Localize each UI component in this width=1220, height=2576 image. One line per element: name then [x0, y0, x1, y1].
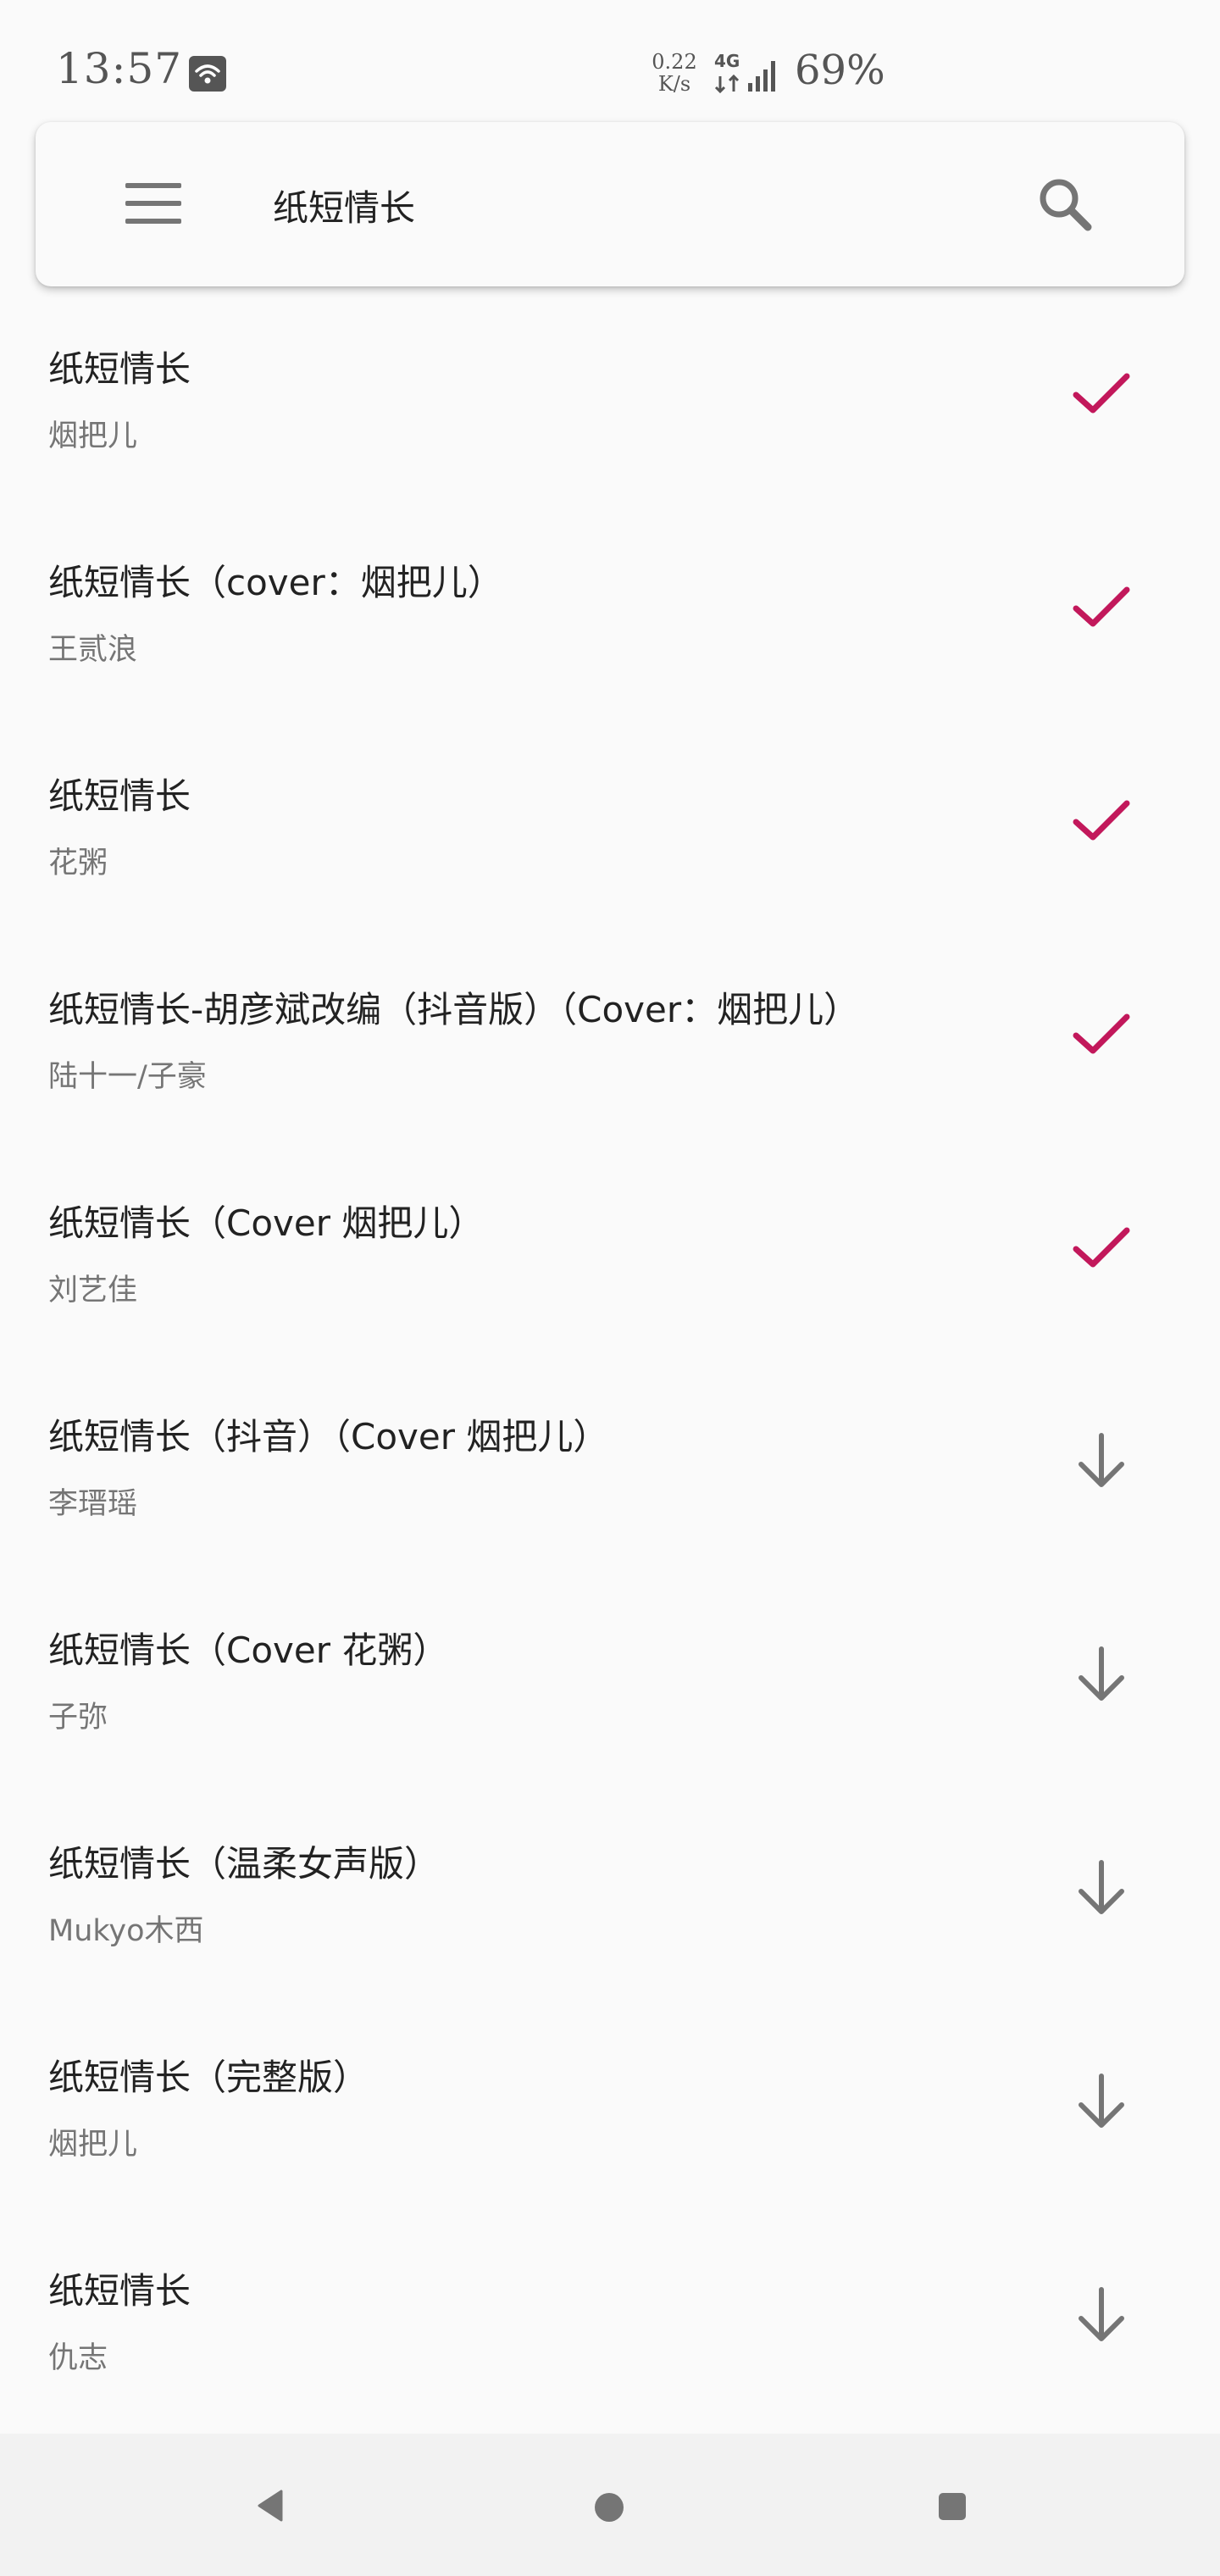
home-circle-icon[interactable]: [595, 2493, 624, 2522]
result-row[interactable]: 纸短情长（Cover 花粥） 子弥: [0, 1568, 1220, 1781]
result-row[interactable]: 纸短情长（cover：烟把儿） 王贰浪: [0, 500, 1220, 713]
song-artist: 王贰浪: [48, 633, 138, 667]
check-icon[interactable]: [1069, 1215, 1134, 1280]
song-title: 纸短情长（Cover 烟把儿）: [48, 1202, 485, 1244]
result-row[interactable]: 纸短情长（完整版） 烟把儿: [0, 1995, 1220, 2208]
navigation-bar: [0, 2434, 1220, 2576]
status-bar: 13:57 0.22 K/s 4G 69%: [0, 0, 1220, 127]
song-title: 纸短情长（cover：烟把儿）: [48, 562, 503, 603]
menu-icon[interactable]: [125, 183, 181, 224]
result-row[interactable]: 纸短情长 仇志: [0, 2208, 1220, 2422]
song-title: 纸短情长（抖音）（Cover 烟把儿）: [48, 1416, 609, 1457]
song-artist: 烟把儿: [48, 2128, 138, 2162]
song-artist: 烟把儿: [48, 419, 138, 453]
song-artist: 刘艺佳: [48, 1274, 138, 1307]
result-row[interactable]: 纸短情长（抖音）（Cover 烟把儿） 李瑨瑶: [0, 1354, 1220, 1568]
signal-strength-icon: [748, 61, 775, 92]
song-title: 纸短情长: [48, 2270, 191, 2312]
result-row[interactable]: 纸短情长 烟把儿: [0, 286, 1220, 500]
download-arrow-icon[interactable]: [1069, 2069, 1134, 2134]
check-icon[interactable]: [1069, 788, 1134, 852]
download-arrow-icon[interactable]: [1069, 1429, 1134, 1493]
song-artist: 陆十一/子豪: [48, 1060, 207, 1094]
song-title: 纸短情长（Cover 花粥）: [48, 1629, 449, 1671]
network-speed: 0.22 K/s: [649, 51, 700, 95]
download-arrow-icon[interactable]: [1069, 2283, 1134, 2347]
result-row[interactable]: 纸短情长（Cover 烟把儿） 刘艺佳: [0, 1141, 1220, 1354]
download-arrow-icon[interactable]: [1069, 1856, 1134, 1920]
battery-level: 69%: [795, 47, 885, 94]
check-icon[interactable]: [1069, 361, 1134, 425]
song-artist: 子弥: [48, 1701, 108, 1735]
result-row[interactable]: 纸短情长-胡彦斌改编（抖音版）（Cover：烟把儿） 陆十一/子豪: [0, 927, 1220, 1141]
check-icon[interactable]: [1069, 1002, 1134, 1066]
status-time: 13:57: [56, 44, 183, 93]
recent-square-icon[interactable]: [939, 2493, 966, 2520]
network-speed-value: 0.22: [652, 50, 697, 74]
song-artist: 李瑨瑶: [48, 1487, 138, 1521]
search-bar: 纸短情长: [36, 122, 1184, 286]
search-input[interactable]: 纸短情长: [273, 180, 415, 231]
result-row[interactable]: 纸短情长（温柔女声版） Mukyo木西: [0, 1781, 1220, 1995]
result-row[interactable]: 纸短情长 花粥: [0, 713, 1220, 927]
check-icon[interactable]: [1069, 575, 1134, 639]
song-artist: 花粥: [48, 847, 108, 880]
data-arrows-icon: [714, 74, 740, 94]
song-title: 纸短情长（完整版）: [48, 2057, 369, 2098]
song-title: 纸短情长（温柔女声版）: [48, 1843, 441, 1885]
wifi-icon: [189, 56, 226, 92]
back-triangle-icon[interactable]: [252, 2484, 286, 2527]
song-artist: Mukyo木西: [48, 1914, 204, 1948]
song-title: 纸短情长-胡彦斌改编（抖音版）（Cover：烟把儿）: [48, 989, 860, 1030]
download-arrow-icon[interactable]: [1069, 1642, 1134, 1707]
song-title: 纸短情长: [48, 775, 191, 817]
song-title: 纸短情长: [48, 348, 191, 390]
network-speed-unit: K/s: [657, 72, 691, 96]
song-artist: 仇志: [48, 2341, 108, 2375]
search-icon[interactable]: [1035, 175, 1095, 234]
